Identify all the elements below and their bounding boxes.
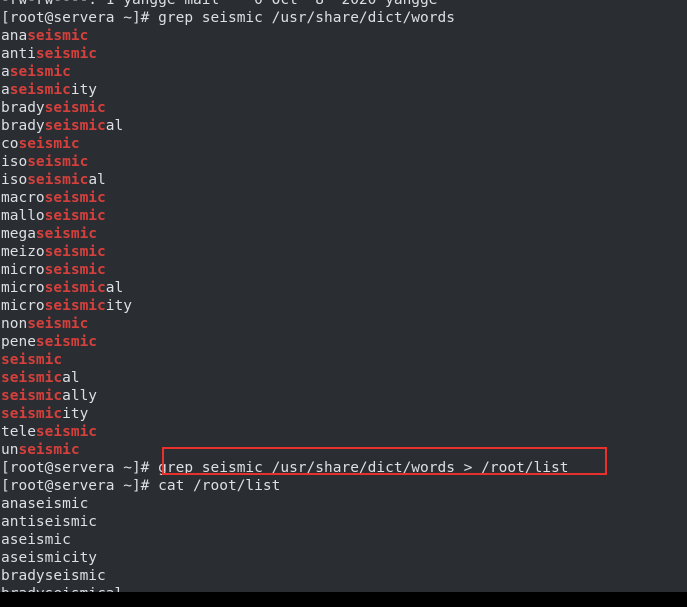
terminal-line: [root@servera ~]# cat /root/list bbox=[1, 478, 281, 494]
terminal-output: -rw-rw----. 1 yangge mail 0 Oct 8 2020 y… bbox=[0, 0, 687, 592]
grep-match: seismic bbox=[44, 298, 106, 314]
grep-match: seismic bbox=[44, 262, 106, 278]
grep-match: seismic bbox=[18, 136, 80, 152]
terminal-line: macroseismic bbox=[1, 190, 106, 206]
terminal-line: microseismic bbox=[1, 262, 106, 278]
terminal-line: meizoseismic bbox=[1, 244, 106, 260]
grep-match: seismic bbox=[44, 118, 106, 134]
grep-match: seismic bbox=[44, 280, 106, 296]
terminal-line: seismical bbox=[1, 370, 80, 386]
grep-match: seismic bbox=[35, 46, 98, 62]
terminal-line: aseismicity bbox=[1, 82, 98, 98]
terminal-line: aseismic bbox=[1, 532, 71, 548]
grep-match: seismic bbox=[9, 82, 71, 98]
grep-match: seismic bbox=[1, 388, 63, 404]
grep-match: seismic bbox=[35, 334, 98, 350]
grep-match: seismic bbox=[27, 28, 89, 44]
terminal-line: seismically bbox=[1, 388, 98, 404]
terminal-line: microseismicity bbox=[1, 298, 132, 314]
terminal-line: isoseismic bbox=[1, 154, 89, 170]
terminal-line: bradyseismic bbox=[1, 100, 106, 116]
terminal-line: malloseismic bbox=[1, 208, 106, 224]
bottom-black-bar bbox=[0, 592, 687, 607]
grep-match: seismic bbox=[27, 316, 89, 332]
grep-match: seismic bbox=[27, 154, 89, 170]
terminal-line: aseismic bbox=[1, 64, 71, 80]
terminal-line: antiseismic bbox=[1, 514, 98, 530]
grep-match: seismic bbox=[35, 424, 98, 440]
terminal-line: antiseismic bbox=[1, 46, 98, 62]
terminal-window[interactable]: -rw-rw----. 1 yangge mail 0 Oct 8 2020 y… bbox=[0, 0, 687, 592]
grep-match: seismic bbox=[18, 442, 80, 458]
terminal-line: bradyseismic bbox=[1, 568, 106, 584]
terminal-line: megaseismic bbox=[1, 226, 98, 242]
terminal-line: bradyseismical bbox=[1, 585, 687, 592]
terminal-line: [root@servera ~]# grep seismic /usr/shar… bbox=[1, 460, 569, 476]
terminal-line: seismic bbox=[1, 351, 687, 369]
terminal-line: teleseismic bbox=[1, 424, 98, 440]
grep-match: seismic bbox=[9, 64, 71, 80]
terminal-line: aseismicity bbox=[1, 550, 98, 566]
terminal-line: microseismical bbox=[1, 280, 124, 296]
terminal-line: anaseismic bbox=[1, 496, 89, 512]
grep-match: seismic bbox=[44, 190, 106, 206]
terminal-line: peneseismic bbox=[1, 334, 98, 350]
grep-match: seismic bbox=[44, 244, 106, 260]
terminal-line: coseismic bbox=[1, 136, 80, 152]
terminal-line: -rw-rw----. 1 yangge mail 0 Oct 8 2020 y… bbox=[1, 0, 438, 8]
terminal-line: seismicity bbox=[1, 406, 89, 422]
terminal-line: anaseismic bbox=[1, 28, 89, 44]
grep-match: seismic bbox=[27, 172, 89, 188]
grep-match: seismic bbox=[35, 226, 98, 242]
terminal-line: bradyseismical bbox=[1, 118, 124, 134]
terminal-line: isoseismical bbox=[1, 172, 106, 188]
grep-match: seismic bbox=[44, 208, 106, 224]
terminal-line: [root@servera ~]# grep seismic /usr/shar… bbox=[1, 10, 455, 26]
terminal-line: nonseismic bbox=[1, 316, 89, 332]
grep-match: seismic bbox=[1, 352, 63, 368]
grep-match: seismic bbox=[44, 100, 106, 116]
grep-match: seismic bbox=[1, 406, 63, 422]
terminal-line: unseismic bbox=[1, 442, 80, 458]
grep-match: seismic bbox=[1, 370, 63, 386]
